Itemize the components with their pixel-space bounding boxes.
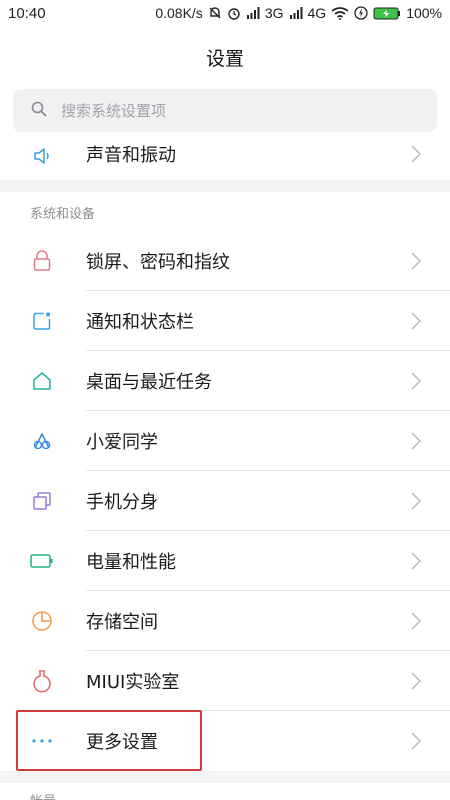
settings-item-label: 声音和振动 (86, 145, 176, 166)
wifi-icon (331, 6, 349, 20)
network-3g-label: 3G (264, 5, 284, 21)
alarm-icon (227, 6, 241, 20)
signal-icon (246, 7, 260, 19)
status-time: 10:40 (8, 4, 46, 22)
settings-item-miui-lab[interactable]: MIUI实验室 (0, 651, 450, 711)
chevron-right-icon (410, 731, 422, 751)
settings-item-label: 小爱同学 (86, 432, 158, 453)
settings-item-label: 手机分身 (86, 492, 158, 513)
settings-item-label: 电量和性能 (86, 552, 176, 573)
settings-item-sound[interactable]: 声音和振动 (0, 124, 450, 184)
chevron-right-icon (410, 671, 422, 691)
chevron-right-icon (410, 311, 422, 331)
settings-item-label: 桌面与最近任务 (86, 372, 212, 393)
chevron-right-icon (410, 551, 422, 571)
settings-item-lock-screen[interactable]: 锁屏、密码和指纹 (0, 231, 450, 291)
settings-item-battery[interactable]: 电量和性能 (0, 531, 450, 591)
section-separator (0, 180, 450, 192)
section-separator (0, 771, 450, 783)
chevron-right-icon (410, 371, 422, 391)
chevron-right-icon (410, 144, 422, 164)
battery-level: 100% (406, 5, 442, 21)
battery-icon (30, 549, 54, 573)
chevron-right-icon (410, 251, 422, 271)
page-title: 设置 (205, 48, 244, 70)
settings-item-xiaoai[interactable]: 小爱同学 (0, 411, 450, 471)
settings-item-label: 锁屏、密码和指纹 (86, 252, 230, 273)
settings-item-label: MIUI实验室 (86, 672, 180, 693)
status-bar: 10:40 0.08K/s 3G 4G 100% (0, 0, 450, 26)
network-4g-label: 4G (307, 5, 327, 21)
section-title-account: 帐号 (30, 790, 56, 800)
lock-icon (30, 249, 54, 273)
settings-item-label: 通知和状态栏 (86, 312, 194, 333)
settings-item-label: 存储空间 (86, 612, 158, 633)
settings-item-second-space[interactable]: 手机分身 (0, 471, 450, 531)
assistant-icon (30, 429, 54, 453)
speaker-icon (30, 144, 54, 168)
home-icon (30, 369, 54, 393)
chevron-right-icon (410, 431, 422, 451)
settings-item-storage[interactable]: 存储空间 (0, 591, 450, 651)
search-icon (31, 101, 47, 121)
chevron-right-icon (410, 611, 422, 631)
battery-icon (373, 7, 401, 20)
notification-icon (30, 309, 54, 333)
storage-pie-icon (30, 609, 54, 633)
signal-icon (289, 7, 303, 19)
status-icons: 0.08K/s 3G 4G 100% (155, 5, 442, 21)
dual-phone-icon (30, 489, 54, 513)
highlight-box (16, 710, 202, 771)
search-placeholder: 搜索系统设置项 (61, 102, 167, 120)
chevron-right-icon (410, 491, 422, 511)
charging-icon (354, 6, 368, 20)
settings-item-home-screen[interactable]: 桌面与最近任务 (0, 351, 450, 411)
lab-flask-icon (30, 669, 54, 693)
section-title-system: 系统和设备 (30, 207, 96, 222)
network-speed: 0.08K/s (155, 5, 203, 21)
mute-bell-icon (208, 6, 222, 20)
settings-item-notifications[interactable]: 通知和状态栏 (0, 291, 450, 351)
